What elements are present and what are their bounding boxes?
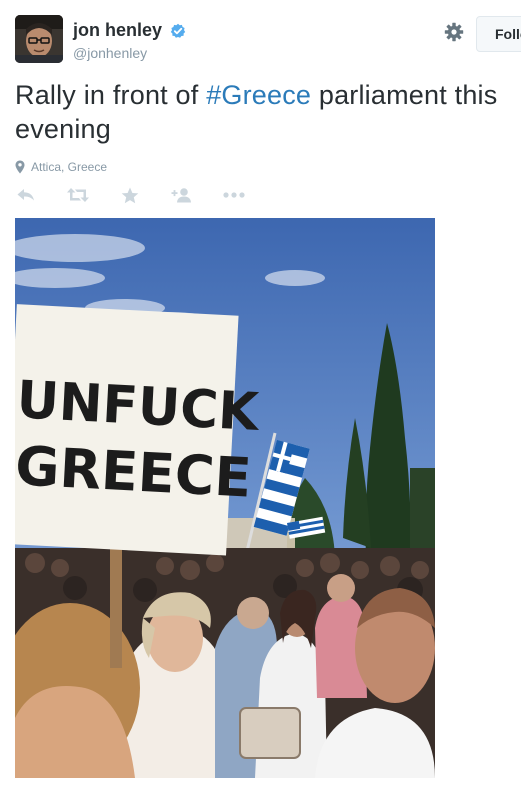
sign-line-2: GREECE (15, 434, 253, 509)
hashtag-link[interactable]: #Greece (206, 80, 311, 110)
user-handle: @jonhenley (73, 45, 148, 61)
follow-action-button[interactable] (171, 184, 193, 206)
reply-button[interactable] (15, 184, 37, 206)
gear-icon[interactable] (444, 22, 464, 42)
favorite-button[interactable] (119, 184, 141, 206)
tweet-location[interactable]: Attica, Greece (15, 160, 107, 174)
follow-button[interactable]: Follow (476, 16, 521, 52)
sign-line-1: UNFUCK (15, 370, 261, 443)
retweet-icon (67, 188, 89, 202)
favorite-icon (121, 187, 139, 203)
tweet-text: Rally in front of #Greece parliament thi… (15, 78, 521, 146)
location-label: Attica, Greece (31, 160, 108, 174)
location-pin-icon (15, 160, 25, 174)
retweet-button[interactable] (67, 184, 89, 206)
more-button[interactable] (223, 184, 245, 206)
rally-photo: UNFUCK GREECE (15, 218, 435, 778)
tweet-text-part: Rally in front of (15, 80, 207, 110)
tweet-actions (15, 184, 275, 206)
display-name[interactable]: jon henley (73, 20, 162, 41)
follow-button-label: Follow (495, 26, 521, 42)
follow-icon (171, 188, 191, 203)
tweet-photo[interactable]: UNFUCK GREECE (15, 218, 435, 778)
reply-icon (17, 189, 34, 201)
avatar[interactable] (15, 15, 63, 63)
verified-badge-icon (171, 23, 186, 38)
avatar-image (15, 15, 63, 63)
more-icon (223, 192, 245, 198)
user-info[interactable]: jon henley @jonhenley (73, 20, 186, 61)
